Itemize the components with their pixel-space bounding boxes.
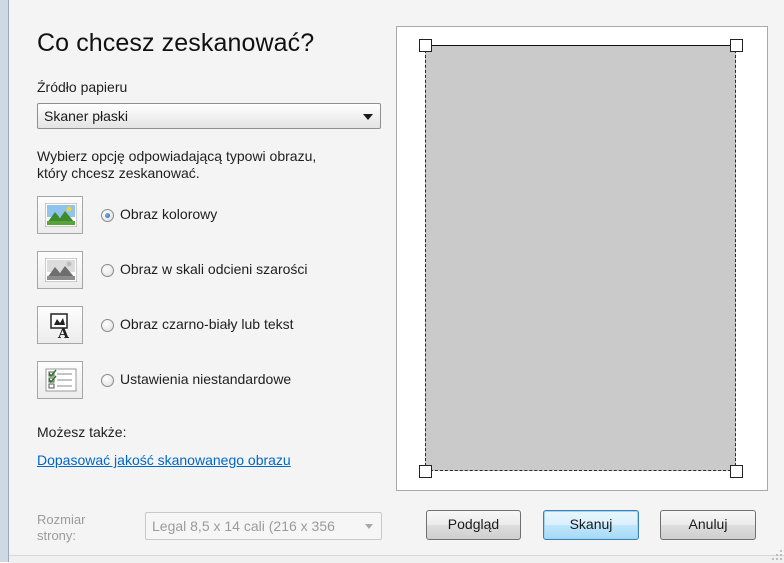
- page-size-value: Legal 8,5 x 14 cali (216 x 356: [152, 518, 335, 534]
- chevron-down-icon: [365, 524, 373, 529]
- page-size-dropdown[interactable]: Legal 8,5 x 14 cali (216 x 356: [145, 512, 382, 540]
- cancel-button[interactable]: Anuluj: [660, 510, 756, 540]
- page-size-label-line-2: strony:: [37, 528, 77, 543]
- scan-area[interactable]: [425, 45, 736, 471]
- instructions-line-2: który chcesz zeskanować.: [37, 165, 200, 181]
- color-picture-icon[interactable]: [37, 196, 83, 234]
- page-size-label-line-1: Rozmiar: [37, 512, 86, 527]
- grayscale-picture-label[interactable]: Obraz w skali odcieni szarości: [120, 261, 308, 277]
- crop-handle-bottom-right[interactable]: [730, 465, 743, 478]
- preview-button[interactable]: Podgląd: [426, 510, 521, 540]
- color-picture-label[interactable]: Obraz kolorowy: [120, 206, 217, 222]
- crop-handle-top-left[interactable]: [419, 39, 432, 52]
- black-white-text-icon[interactable]: A: [37, 306, 83, 344]
- custom-settings-radio[interactable]: [101, 374, 114, 387]
- crop-handle-top-right[interactable]: [730, 39, 743, 52]
- adjust-quality-link[interactable]: Dopasować jakość skanowanego obrazu: [37, 452, 291, 468]
- black-white-text-radio[interactable]: [101, 319, 114, 332]
- black-white-text-label[interactable]: Obraz czarno-biały lub tekst: [120, 316, 294, 332]
- custom-settings-icon[interactable]: [37, 361, 83, 399]
- instructions-line-1: Wybierz opcję odpowiadającą typowi obraz…: [37, 148, 317, 164]
- scan-button[interactable]: Skanuj: [543, 510, 639, 540]
- color-picture-radio[interactable]: [101, 209, 114, 222]
- chevron-down-icon: [363, 114, 373, 120]
- scan-area-top-edge: [425, 45, 736, 46]
- paper-source-dropdown[interactable]: Skaner płaski: [37, 103, 381, 129]
- svg-text:A: A: [57, 326, 70, 339]
- crop-handle-bottom-left[interactable]: [419, 465, 432, 478]
- grayscale-picture-radio[interactable]: [101, 264, 114, 277]
- window-left-border: [0, 0, 9, 562]
- grayscale-picture-icon[interactable]: [37, 251, 83, 289]
- paper-source-label: Źródło papieru: [37, 79, 128, 95]
- radio-selected-dot: [105, 213, 110, 218]
- custom-settings-label[interactable]: Ustawienia niestandardowe: [120, 371, 291, 387]
- also-label: Możesz także:: [37, 424, 127, 440]
- resize-grip-icon[interactable]: [772, 550, 782, 560]
- paper-source-value: Skaner płaski: [44, 108, 129, 124]
- page-title: Co chcesz zeskanować?: [37, 29, 315, 57]
